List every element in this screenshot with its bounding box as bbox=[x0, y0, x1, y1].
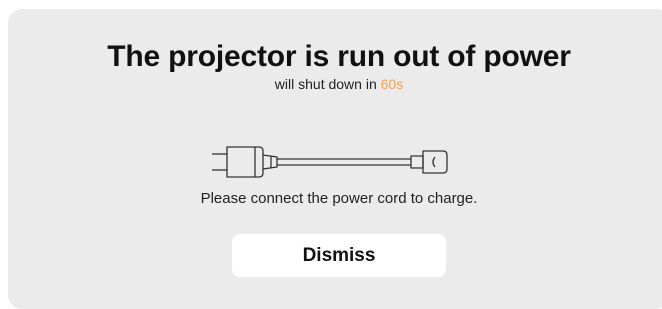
subtitle-text: will shut down in bbox=[274, 76, 381, 92]
countdown-timer: 60s bbox=[380, 76, 404, 92]
shutdown-subtitle: will shut down in 60s bbox=[8, 75, 662, 93]
connect-instruction: Please connect the power cord to charge. bbox=[200, 190, 478, 207]
dismiss-button[interactable]: Dismiss bbox=[232, 234, 446, 277]
power-cord-icon bbox=[212, 146, 448, 178]
power-warning-dialog: The projector is run out of power will s… bbox=[8, 9, 662, 309]
dialog-title: The projector is run out of power bbox=[107, 40, 571, 73]
